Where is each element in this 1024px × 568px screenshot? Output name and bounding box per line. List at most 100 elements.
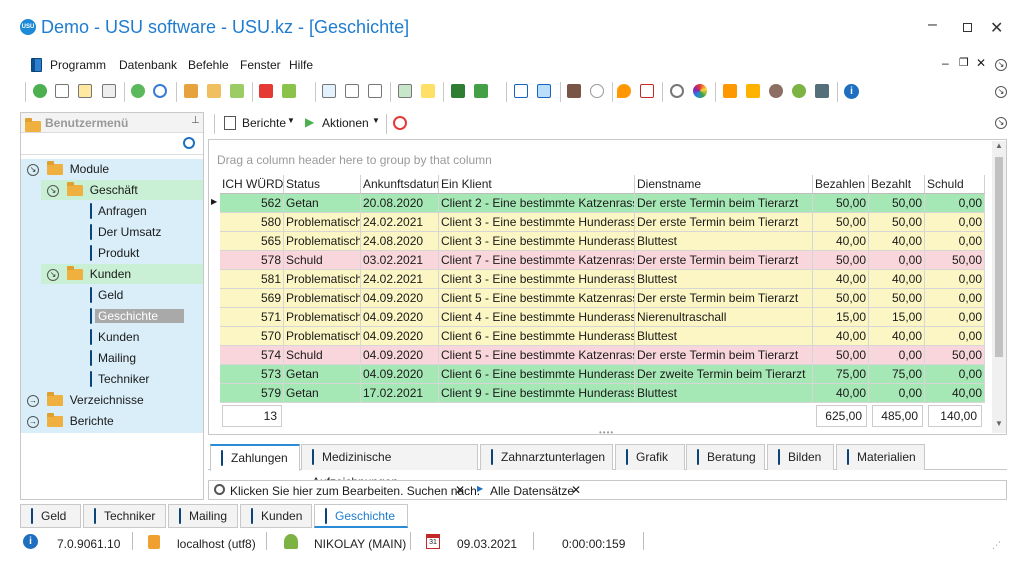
table-row[interactable]: 573 Getan 04.09.2020 Client 6 - Eine bestim… [220, 365, 985, 384]
formtab-geschichte[interactable]: Geschichte [314, 504, 408, 528]
tree-item-berichte[interactable]: → Berichte [21, 411, 203, 431]
pin-sidebar-icon[interactable]: ⊥ [191, 115, 200, 126]
table-row[interactable]: 580 Problematisch 24.02.2021 Client 3 - Ein… [220, 213, 985, 232]
tree-item-kunden[interactable]: Kunden [83, 327, 203, 347]
menu-programm[interactable]: Programm [50, 58, 106, 72]
filter-check-icon[interactable] [230, 84, 244, 98]
table-cell-debt[interactable]: 0,00 [925, 327, 985, 346]
excel-icon[interactable] [451, 84, 465, 98]
pin-icon[interactable] [617, 84, 631, 98]
col-paid-header[interactable]: Bezahlt [869, 175, 925, 194]
reports-button[interactable]: Berichte [242, 116, 286, 130]
resize-grip-icon[interactable]: •••• [599, 428, 614, 437]
table-cell-debt[interactable]: 0,00 [925, 213, 985, 232]
mdi-minimize-icon[interactable]: – [942, 56, 949, 70]
table-row[interactable]: 569 Problematisch 04.09.2020 Client 5 - Ein… [220, 289, 985, 308]
table-cell-service[interactable]: Nierenultraschall [635, 308, 813, 327]
table-cell-paid[interactable]: 50,00 [869, 194, 925, 213]
table-cell-debt[interactable]: 50,00 [925, 346, 985, 365]
table-cell-status[interactable]: Problematisch [284, 232, 361, 251]
tab-zahnarzt[interactable]: Zahnarztunterlagen [480, 444, 613, 470]
table-cell-pay[interactable]: 40,00 [813, 327, 869, 346]
table-cell-client[interactable]: Client 3 - Eine bestimmte Hunderasse [439, 270, 635, 289]
clear-filter-icon[interactable]: ✕ [571, 483, 581, 497]
table-cell-debt[interactable]: 50,00 [925, 251, 985, 270]
table-row[interactable]: 571 Problematisch 04.09.2020 Client 4 - Ein… [220, 308, 985, 327]
table-cell-client[interactable]: Client 9 - Eine bestimmte Hunderasse [439, 384, 635, 403]
all-records-label[interactable]: Alle Datensätze [490, 484, 574, 498]
tab-materialien[interactable]: Materialien [836, 444, 925, 470]
table-cell-service[interactable]: Der erste Termin beim Tierarzt [635, 251, 813, 270]
table-cell-client[interactable]: Client 4 - Eine bestimmte Hunderasse [439, 308, 635, 327]
search-icon[interactable] [153, 84, 167, 98]
formtab-kunden[interactable]: Kunden [240, 504, 312, 528]
table-cell-service[interactable]: Bluttest [635, 270, 813, 289]
tree-item-kunden-group[interactable]: ↘ Kunden [41, 264, 203, 284]
table-cell-date[interactable]: 04.09.2020 [361, 327, 439, 346]
table-cell-client[interactable]: Client 6 - Eine bestimmte Hunderasse [439, 365, 635, 384]
tree-item-umsatz[interactable]: Der Umsatz [83, 222, 203, 242]
filter-clear-icon[interactable] [207, 84, 221, 98]
table-cell-id[interactable]: 570 [220, 327, 284, 346]
table-cell-pay[interactable]: 15,00 [813, 308, 869, 327]
table-cell-pay[interactable]: 40,00 [813, 232, 869, 251]
table-cell-status[interactable]: Problematisch [284, 289, 361, 308]
menu-fenster[interactable]: Fenster [240, 58, 281, 72]
table-cell-pay[interactable]: 50,00 [813, 346, 869, 365]
refresh-icon[interactable] [393, 116, 407, 130]
sync-icon[interactable] [131, 84, 145, 98]
table-cell-paid[interactable]: 0,00 [869, 346, 925, 365]
table-cell-debt[interactable]: 0,00 [925, 365, 985, 384]
tab-medizinische[interactable]: Medizinische Aufzeichnungen [301, 444, 478, 489]
table-cell-status[interactable]: Schuld [284, 251, 361, 270]
table-cell-pay[interactable]: 40,00 [813, 270, 869, 289]
menu-befehle[interactable]: Befehle [188, 58, 229, 72]
table-cell-date[interactable]: 24.02.2021 [361, 270, 439, 289]
refresh-green-icon[interactable] [33, 84, 47, 98]
table-cell-status[interactable]: Problematisch [284, 327, 361, 346]
mdi-close-icon[interactable]: ✕ [976, 56, 986, 70]
table-cell-id[interactable]: 562 [220, 194, 284, 213]
color-wheel-icon[interactable] [693, 84, 707, 98]
table-cell-service[interactable]: Bluttest [635, 232, 813, 251]
table-cell-id[interactable]: 579 [220, 384, 284, 403]
table-cell-status[interactable]: Schuld [284, 346, 361, 365]
table-cell-client[interactable]: Client 5 - Eine bestimmte Katzenrasse [439, 346, 635, 365]
table-cell-pay[interactable]: 50,00 [813, 194, 869, 213]
table-row[interactable]: 570 Problematisch 04.09.2020 Client 6 - Ein… [220, 327, 985, 346]
users-icon[interactable] [792, 84, 806, 98]
table-cell-id[interactable]: 581 [220, 270, 284, 289]
tab-zahlungen[interactable]: Zahlungen [210, 444, 300, 471]
mdi-restore-icon[interactable]: ❐ [959, 56, 969, 69]
table-cell-debt[interactable]: 0,00 [925, 270, 985, 289]
tree-item-module[interactable]: ↘ Module [21, 159, 203, 179]
export-icon[interactable] [474, 84, 488, 98]
rss-icon[interactable] [723, 84, 737, 98]
user-key-icon[interactable] [769, 84, 783, 98]
table-cell-status[interactable]: Getan [284, 194, 361, 213]
table-cell-paid[interactable]: 15,00 [869, 308, 925, 327]
col-service-header[interactable]: Dienstname [635, 175, 813, 194]
exit-icon[interactable] [567, 84, 581, 98]
table-cell-pay[interactable]: 50,00 [813, 213, 869, 232]
table-cell-paid[interactable]: 50,00 [869, 213, 925, 232]
table-cell-pay[interactable]: 75,00 [813, 365, 869, 384]
table-cell-id[interactable]: 573 [220, 365, 284, 384]
table-cell-id[interactable]: 569 [220, 289, 284, 308]
calendar-icon[interactable] [640, 84, 654, 98]
table-cell-service[interactable]: Der erste Termin beim Tierarzt [635, 346, 813, 365]
table-cell-id[interactable]: 580 [220, 213, 284, 232]
table-cell-id[interactable]: 574 [220, 346, 284, 365]
table-row[interactable]: 579 Getan 17.02.2021 Client 9 - Eine bestim… [220, 384, 985, 403]
table-cell-paid[interactable]: 0,00 [869, 384, 925, 403]
table-cell-status[interactable]: Problematisch [284, 308, 361, 327]
table-cell-client[interactable]: Client 3 - Eine bestimmte Hunderasse [439, 232, 635, 251]
collapse-toolbar-icon[interactable]: ↘ [995, 86, 1007, 98]
sidebar-search-input[interactable] [21, 135, 203, 155]
collapse-toolbar-icon[interactable]: ↘ [995, 117, 1007, 129]
table-cell-pay[interactable]: 50,00 [813, 289, 869, 308]
table-cell-service[interactable]: Der erste Termin beim Tierarzt [635, 289, 813, 308]
tree-item-mailing[interactable]: Mailing [83, 348, 203, 368]
vertical-scrollbar[interactable]: ▲ ▼ [992, 141, 1006, 433]
copy-icon[interactable] [55, 84, 69, 98]
